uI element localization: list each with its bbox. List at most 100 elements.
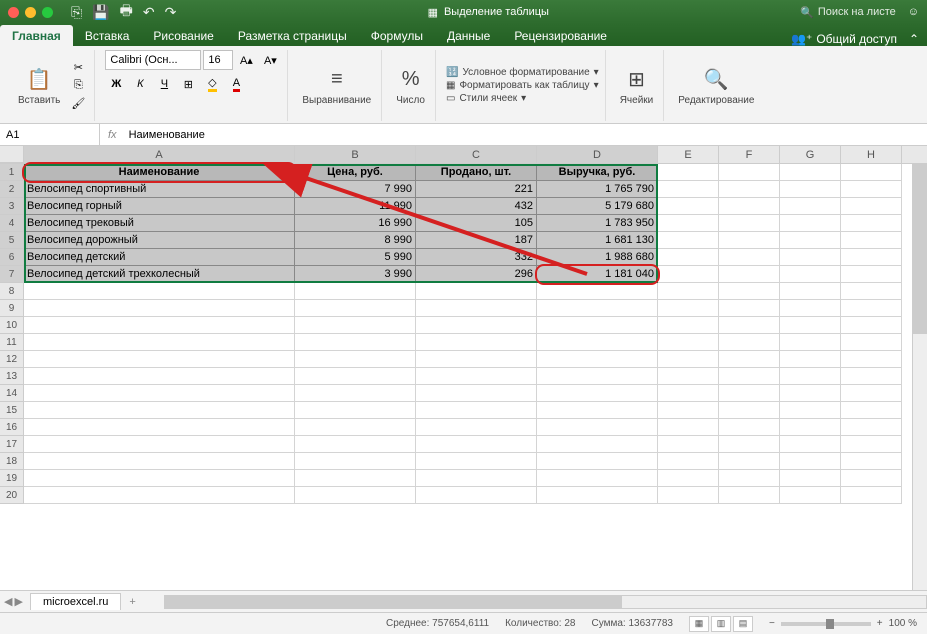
cell[interactable]: [841, 436, 902, 453]
cell[interactable]: [719, 249, 780, 266]
row-header[interactable]: 5: [0, 232, 24, 249]
maximize-window-icon[interactable]: [42, 7, 53, 18]
cell[interactable]: [658, 215, 719, 232]
row-header[interactable]: 7: [0, 266, 24, 283]
row-header[interactable]: 10: [0, 317, 24, 334]
close-window-icon[interactable]: [8, 7, 19, 18]
cell[interactable]: [719, 181, 780, 198]
cell[interactable]: [537, 368, 658, 385]
cell[interactable]: [841, 385, 902, 402]
column-header[interactable]: A: [24, 146, 295, 163]
cell[interactable]: [24, 368, 295, 385]
row-header[interactable]: 4: [0, 215, 24, 232]
cell[interactable]: [658, 283, 719, 300]
undo-icon[interactable]: ↶: [143, 4, 155, 21]
cell[interactable]: [719, 402, 780, 419]
cell[interactable]: [780, 300, 841, 317]
tab-formulas[interactable]: Формулы: [359, 25, 435, 46]
cell[interactable]: [537, 385, 658, 402]
cell[interactable]: [658, 300, 719, 317]
cell[interactable]: [295, 470, 416, 487]
cell[interactable]: [295, 368, 416, 385]
cell[interactable]: 1 681 130: [537, 232, 658, 249]
cell[interactable]: [24, 351, 295, 368]
cell[interactable]: [719, 283, 780, 300]
row-header[interactable]: 14: [0, 385, 24, 402]
cell[interactable]: [780, 249, 841, 266]
cell[interactable]: [537, 351, 658, 368]
cell[interactable]: 11 990: [295, 198, 416, 215]
font-name-select[interactable]: [105, 50, 201, 70]
tab-insert[interactable]: Вставка: [73, 25, 142, 46]
cell[interactable]: [295, 453, 416, 470]
name-box[interactable]: A1: [0, 124, 100, 145]
cell[interactable]: [841, 164, 902, 181]
cell[interactable]: [416, 334, 537, 351]
column-header[interactable]: B: [295, 146, 416, 163]
cell[interactable]: [780, 385, 841, 402]
cell[interactable]: [719, 436, 780, 453]
cell[interactable]: [719, 317, 780, 334]
cell[interactable]: [537, 436, 658, 453]
cell[interactable]: [841, 351, 902, 368]
cell[interactable]: [719, 215, 780, 232]
cell[interactable]: [719, 164, 780, 181]
user-account-icon[interactable]: ☺: [908, 6, 919, 18]
conditional-formatting-button[interactable]: 🔢Условное форматирование▾: [446, 67, 599, 78]
cell[interactable]: [780, 453, 841, 470]
formula-input[interactable]: Наименование: [125, 129, 927, 141]
fx-icon[interactable]: fx: [100, 129, 125, 141]
cell[interactable]: [295, 351, 416, 368]
cell[interactable]: [24, 385, 295, 402]
cell[interactable]: [295, 300, 416, 317]
row-header[interactable]: 2: [0, 181, 24, 198]
page-layout-view-button[interactable]: ▥: [711, 616, 731, 632]
cell[interactable]: [780, 334, 841, 351]
cell[interactable]: [841, 266, 902, 283]
cell[interactable]: [719, 351, 780, 368]
horizontal-scrollbar[interactable]: [164, 595, 927, 609]
share-button[interactable]: 👥⁺ Общий доступ ⌃: [791, 32, 927, 46]
cell[interactable]: [416, 351, 537, 368]
cell-styles-button[interactable]: ▭Стили ячеек▾: [446, 93, 599, 104]
cell[interactable]: 105: [416, 215, 537, 232]
cell[interactable]: [295, 317, 416, 334]
cell[interactable]: 1 765 790: [537, 181, 658, 198]
cell[interactable]: Продано, шт.: [416, 164, 537, 181]
cell[interactable]: [841, 249, 902, 266]
cell[interactable]: [841, 470, 902, 487]
cell[interactable]: [295, 334, 416, 351]
cell[interactable]: [416, 368, 537, 385]
cell[interactable]: [719, 453, 780, 470]
tab-page-layout[interactable]: Разметка страницы: [226, 25, 359, 46]
italic-button[interactable]: К: [129, 74, 151, 94]
cut-button[interactable]: ✂: [68, 60, 88, 76]
row-header[interactable]: 13: [0, 368, 24, 385]
cell[interactable]: [658, 232, 719, 249]
bold-button[interactable]: Ж: [105, 74, 127, 94]
cell[interactable]: [719, 385, 780, 402]
cell[interactable]: 5 179 680: [537, 198, 658, 215]
cell[interactable]: [416, 283, 537, 300]
cell[interactable]: [841, 198, 902, 215]
cell[interactable]: [416, 385, 537, 402]
cell[interactable]: [719, 334, 780, 351]
cell[interactable]: [841, 300, 902, 317]
row-header[interactable]: 8: [0, 283, 24, 300]
format-painter-button[interactable]: 🖌: [68, 96, 88, 112]
cell[interactable]: [658, 487, 719, 504]
redo-icon[interactable]: ↷: [165, 4, 177, 21]
row-header[interactable]: 16: [0, 419, 24, 436]
number-format-button[interactable]: % Число: [392, 63, 429, 108]
cell[interactable]: [780, 164, 841, 181]
cell[interactable]: [719, 232, 780, 249]
column-header[interactable]: G: [780, 146, 841, 163]
zoom-out-button[interactable]: −: [769, 618, 775, 629]
cell[interactable]: [780, 232, 841, 249]
cell[interactable]: [24, 317, 295, 334]
alignment-button[interactable]: ≡ Выравнивание: [298, 63, 375, 108]
add-sheet-button[interactable]: +: [121, 594, 143, 610]
cell[interactable]: [537, 283, 658, 300]
row-header[interactable]: 19: [0, 470, 24, 487]
cell[interactable]: [658, 164, 719, 181]
